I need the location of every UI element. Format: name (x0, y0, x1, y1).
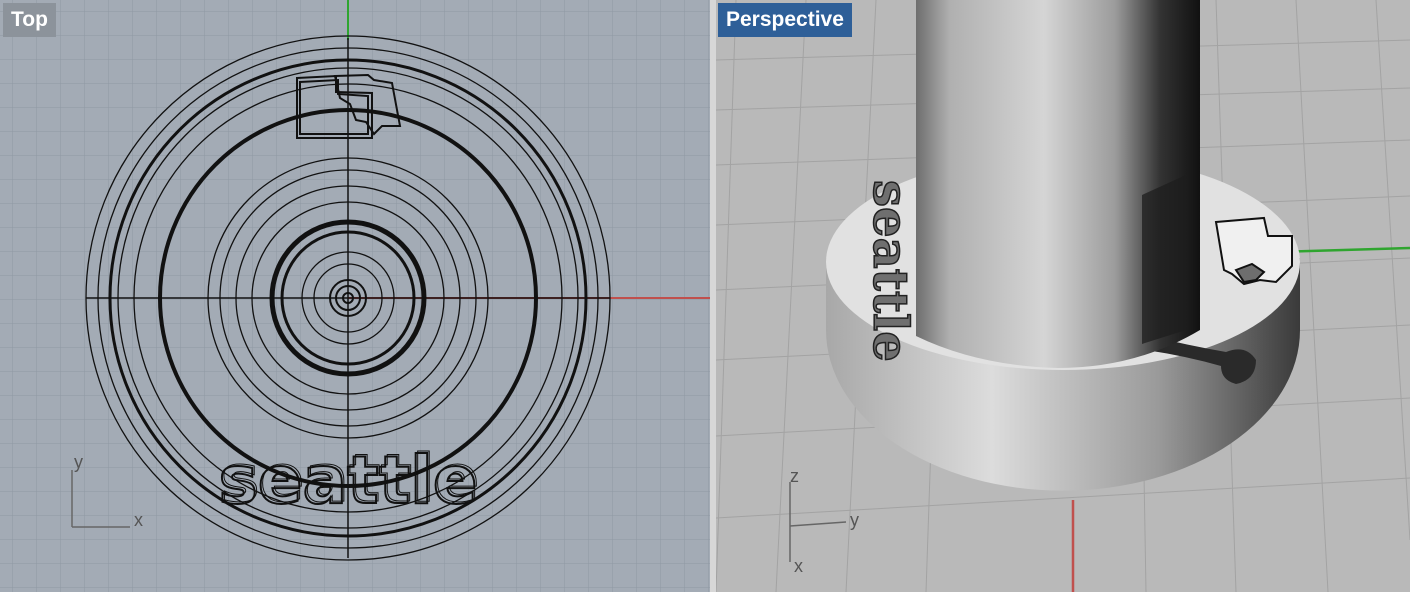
perspective-axis-widget: z y x (789, 466, 859, 576)
top-viewport-label[interactable]: Top (3, 3, 56, 37)
perspective-axis-y-label: y (850, 510, 859, 530)
top-engraved-text-offset: seattle (220, 440, 479, 517)
perspective-viewport-canvas[interactable]: seattle z y x (716, 0, 1410, 592)
perspective-axis-z-label: z (790, 466, 799, 486)
perspective-viewport-label[interactable]: Perspective (718, 3, 852, 37)
perspective-axis-x-label: x (794, 556, 803, 576)
top-viewport[interactable]: seattle seattle x y Top (0, 0, 710, 592)
perspective-viewport[interactable]: seattle z y x Perspective (716, 0, 1410, 592)
top-viewport-canvas[interactable]: seattle seattle x y (0, 0, 710, 592)
perspective-engraved-text: seattle (862, 180, 918, 362)
column-recess (1142, 175, 1186, 344)
top-axis-y-label: y (74, 452, 83, 472)
top-axis-x-label: x (134, 510, 143, 530)
